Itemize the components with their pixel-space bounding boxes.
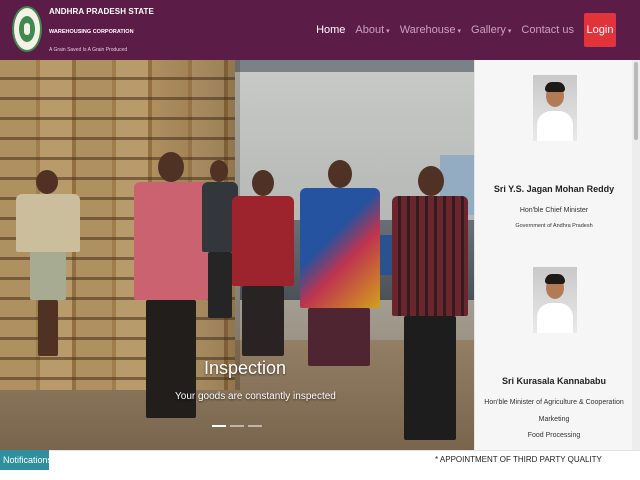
hero-carousel[interactable]: Inspection Your goods are constantly ins…: [0, 60, 474, 450]
leader-2-name: Sri Kurasala Kannababu: [501, 376, 607, 386]
chevron-down-icon: ▾: [457, 28, 462, 35]
leader-1-name: Sri Y.S. Jagan Mohan Reddy: [493, 184, 615, 194]
carousel-subtitle: Your goods are constantly inspected: [175, 391, 336, 402]
org-tagline: A Grain Saved Is A Grain Produced: [49, 47, 128, 53]
org-subtitle: WAREHOUSING CORPORATION: [49, 29, 134, 35]
nav-contact[interactable]: Contact us: [521, 24, 574, 36]
login-button[interactable]: Login: [584, 13, 616, 47]
nav-gallery[interactable]: Gallery ▾: [471, 24, 511, 36]
leader-2-role: Hon'ble Minister of Agriculture & Cooper…: [484, 399, 624, 406]
carousel-dot-2[interactable]: [230, 425, 244, 427]
nav-warehouse[interactable]: Warehouse ▾: [400, 24, 461, 36]
chief-minister-photo: [533, 75, 577, 141]
carousel-indicators: [212, 425, 266, 427]
chevron-down-icon: ▾: [386, 28, 390, 35]
notification-ticker[interactable]: * APPOINTMENT OF THIRD PARTY QUALITY: [435, 455, 602, 464]
leader-2-org: Food Processing: [527, 432, 581, 439]
site-header: ANDHRA PRADESH STATE WAREHOUSING CORPORA…: [0, 0, 640, 60]
leaders-panel: Sri Y.S. Jagan Mohan Reddy Hon'ble Chief…: [474, 60, 632, 450]
scrollbar-thumb[interactable]: [634, 62, 638, 140]
chevron-down-icon: ▾: [507, 28, 512, 35]
nav-home[interactable]: Home: [316, 24, 345, 36]
carousel-dot-3[interactable]: [248, 425, 262, 427]
org-name: ANDHRA PRADESH STATE: [49, 7, 154, 16]
leader-1-org: Government of Andhra Pradesh: [515, 223, 593, 229]
corporation-logo-icon[interactable]: [12, 6, 42, 52]
notifications-button[interactable]: Notifications: [0, 450, 52, 470]
main-nav: Home About ▾ Warehouse ▾ Gallery ▾ Contact …: [306, 13, 616, 47]
carousel-dot-1[interactable]: [212, 425, 226, 427]
nav-about[interactable]: About ▾: [355, 24, 389, 36]
leader-2-role-line2: Marketing: [538, 416, 570, 423]
carousel-title: Inspection: [204, 358, 287, 378]
leader-1-role: Hon'ble Chief Minister: [519, 207, 589, 214]
agriculture-minister-photo: [533, 267, 577, 333]
